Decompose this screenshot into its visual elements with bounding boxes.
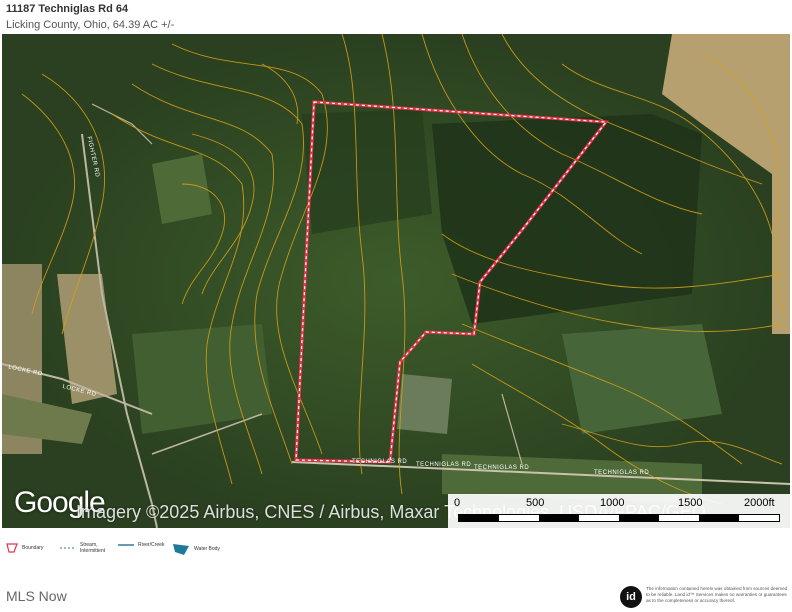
- scale-tick: 1000: [600, 497, 625, 509]
- legend-label: River/Creek: [138, 542, 165, 548]
- road-label: TECHNIGLAS RD: [416, 462, 472, 468]
- road-label: TECHNIGLAS RD: [594, 470, 650, 476]
- map-legend: Boundary Stream, Intermittent River/Cree…: [0, 538, 792, 560]
- map-imagery: [2, 34, 790, 528]
- water-body-icon: [173, 544, 189, 555]
- road-label: TECHNIGLAS RD: [474, 465, 530, 471]
- river-icon: [118, 544, 134, 546]
- legend-label: Stream, Intermittent: [80, 542, 106, 554]
- scale-tick: 1500: [678, 497, 703, 509]
- legend-item-boundary: Boundary: [6, 542, 43, 554]
- legend-item-river: River/Creek: [118, 542, 164, 548]
- legend-item-stream: Stream, Intermittent: [60, 542, 116, 554]
- mls-brand: MLS Now: [6, 588, 67, 604]
- listing-title: 11187 Techniglas Rd 64: [6, 3, 129, 15]
- legend-item-water-body: Water Body: [172, 542, 220, 556]
- scale-bar: 0 500 1000 1500 2000ft: [448, 494, 790, 528]
- stream-icon: [60, 547, 76, 549]
- disclaimer-text: The information contained herein was obt…: [646, 586, 788, 603]
- scale-tick: 2000ft: [744, 497, 775, 509]
- road-label: TECHNIGLAS RD: [352, 459, 408, 465]
- scale-tick: 0: [454, 497, 461, 509]
- scale-bar-graphic: [458, 514, 780, 522]
- land-id-logo: id: [620, 586, 642, 608]
- satellite-map[interactable]: TECHNIGLAS RD TECHNIGLAS RD TECHNIGLAS R…: [2, 34, 790, 528]
- scale-tick: 500: [526, 497, 545, 509]
- legend-label: Boundary: [22, 545, 44, 551]
- boundary-icon: [6, 543, 18, 553]
- listing-subtitle: Licking County, Ohio, 64.39 AC +/-: [6, 19, 175, 31]
- legend-label: Water Body: [194, 546, 220, 552]
